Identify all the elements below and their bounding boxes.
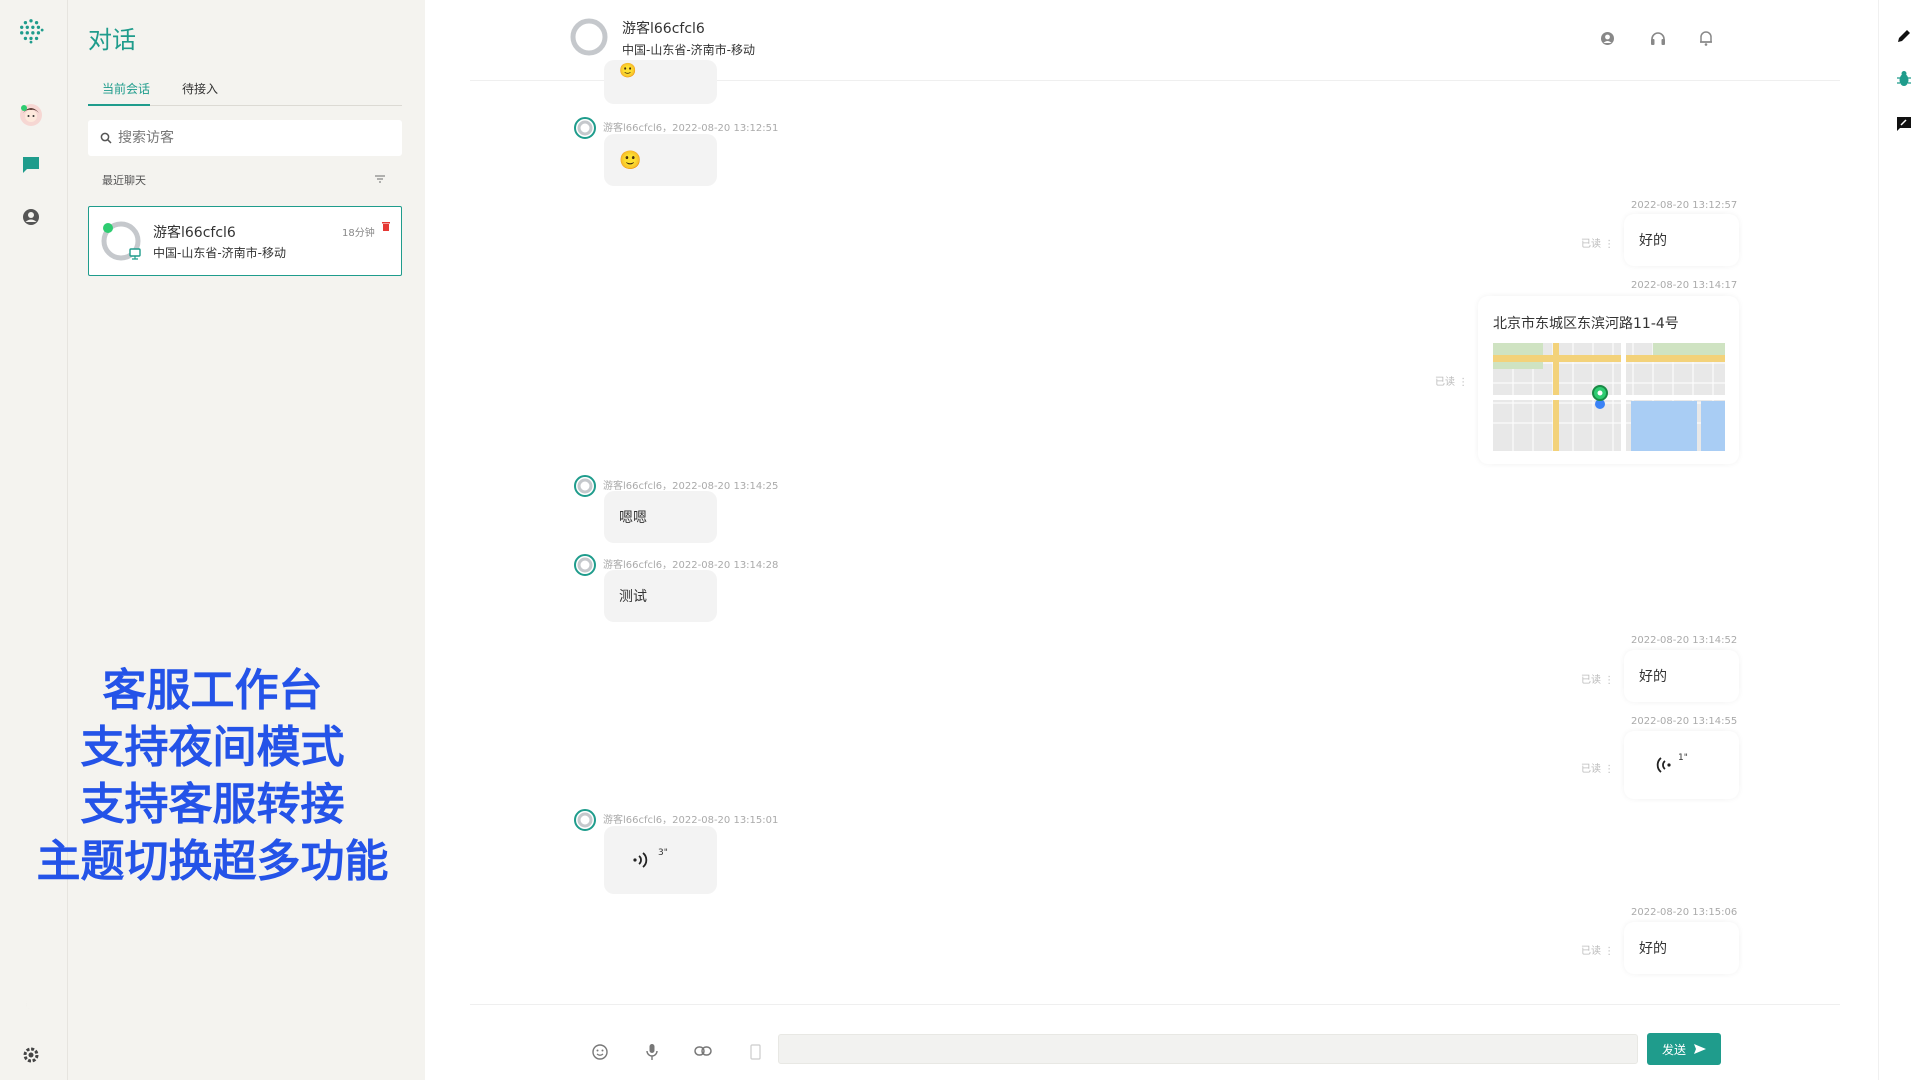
pen-icon[interactable] (1896, 28, 1912, 44)
nav-rail (0, 0, 68, 1080)
read-status[interactable]: 已读 ⋮ (1581, 235, 1614, 250)
right-tool-rail (1878, 0, 1920, 1080)
visitor-avatar (574, 809, 596, 831)
promo-line: 支持客服转接 (80, 779, 345, 830)
last-active-time: 18分钟 (342, 228, 375, 239)
read-status[interactable]: 已读 ⋮ (1581, 671, 1614, 686)
promo-line: 客服工作台 (102, 665, 323, 716)
conversation-tabs: 当前会话 待接入 (88, 76, 402, 106)
send-button[interactable]: 发送 (1647, 1033, 1721, 1065)
feedback-icon[interactable] (1896, 116, 1912, 132)
voice-wave-icon (1656, 757, 1671, 773)
message-time: 2022-08-20 13:12:57 (1631, 200, 1738, 211)
message-bubble: 好的 (1624, 922, 1739, 974)
bug-icon[interactable] (1896, 70, 1912, 88)
header-visitor-location: 中国-山东省-济南市-移动 (622, 43, 755, 57)
message-text: 好的 (1639, 669, 1667, 685)
message-text: 好的 (1639, 941, 1667, 957)
promo-line: 主题切换超多功能 (36, 836, 389, 887)
message-bubble: 嗯嗯 (604, 491, 717, 543)
tab-current[interactable]: 当前会话 (102, 80, 150, 97)
chat-icon[interactable] (18, 152, 44, 178)
message-time: 2022-08-20 13:14:17 (1631, 280, 1738, 291)
message-text: 测试 (619, 589, 647, 605)
message-time: 2022-08-20 13:14:55 (1631, 716, 1738, 727)
visitor-avatar (570, 18, 608, 56)
promo-banner: 客服工作台 支持夜间模式 支持客服转接 主题切换超多功能 (0, 662, 425, 890)
visitor-name: 游客l66cfcl6 (153, 225, 236, 241)
conversation-item[interactable]: 游客l66cfcl6 中国-山东省-济南市-移动 18分钟 (88, 206, 402, 276)
location-message[interactable]: 北京市东城区东滨河路11-4号 (1478, 296, 1739, 464)
message-bubble: 🙂 (604, 134, 717, 186)
message-input[interactable] (778, 1034, 1638, 1064)
recent-chats-label: 最近聊天 (102, 174, 146, 187)
headset-icon[interactable] (1650, 31, 1666, 46)
visitor-info-icon[interactable] (1600, 31, 1615, 46)
visitor-avatar (101, 221, 141, 261)
voice-duration: 1" (1678, 753, 1688, 763)
delete-icon[interactable] (382, 221, 390, 231)
voice-message[interactable]: 3" (604, 826, 717, 894)
message-meta: 游客l66cfcl6，2022-08-20 13:14:25 (603, 481, 779, 492)
read-status[interactable]: 已读 ⋮ (1581, 760, 1614, 775)
message-text: 嗯嗯 (619, 510, 647, 526)
mic-icon[interactable] (646, 1043, 658, 1061)
voice-wave-icon (633, 852, 648, 868)
logo-icon[interactable] (18, 18, 44, 44)
moon-icon[interactable] (18, 990, 44, 1016)
send-label: 发送 (1661, 1042, 1686, 1057)
composer-divider (470, 1004, 1840, 1005)
search-input[interactable] (118, 130, 378, 146)
send-arrow-icon (1694, 1044, 1706, 1054)
conversation-panel: 对话 当前会话 待接入 最近聊天 游客l66cfcl6 中国-山东省-济南市-移… (37, 0, 425, 1080)
search-icon (100, 132, 112, 144)
visitor-avatar (574, 554, 596, 576)
user-icon[interactable] (18, 204, 44, 230)
message-meta: 游客l66cfcl6，2022-08-20 13:15:01 (603, 815, 779, 826)
message-time: 2022-08-20 13:15:06 (1631, 907, 1738, 918)
emoji-smile-icon: 🙂 (619, 149, 642, 171)
emoji-icon[interactable] (592, 1044, 608, 1060)
settings-icon[interactable] (18, 1042, 44, 1068)
visitor-avatar (574, 117, 596, 139)
message-bubble-partial: 🙂 (604, 60, 717, 104)
visitor-avatar (574, 475, 596, 497)
read-status[interactable]: 已读 ⋮ (1581, 942, 1614, 957)
phone-icon[interactable] (750, 1044, 761, 1060)
message-meta: 游客l66cfcl6，2022-08-20 13:12:51 (603, 123, 779, 134)
tab-pending[interactable]: 待接入 (182, 80, 218, 97)
message-bubble: 好的 (1624, 650, 1739, 702)
location-address: 北京市东城区东滨河路11-4号 (1493, 316, 1679, 332)
read-status[interactable]: 已读 ⋮ (1435, 373, 1468, 388)
panel-title: 对话 (88, 26, 136, 54)
voice-message[interactable]: 1" (1624, 731, 1739, 799)
agent-avatar-icon[interactable] (18, 102, 44, 128)
filter-icon[interactable] (374, 174, 386, 184)
search-box[interactable] (88, 120, 402, 156)
message-text: 好的 (1639, 233, 1667, 249)
message-bubble: 好的 (1624, 214, 1739, 266)
message-bubble: 测试 (604, 570, 717, 622)
message-meta: 游客l66cfcl6，2022-08-20 13:14:28 (603, 560, 779, 571)
promo-line: 支持夜间模式 (80, 722, 345, 773)
active-tab-indicator (88, 104, 150, 106)
emoji-smile-icon: 🙂 (619, 63, 637, 79)
voice-duration: 3" (658, 848, 668, 858)
visitor-location: 中国-山东省-济南市-移动 (153, 246, 286, 260)
bell-icon[interactable] (1699, 30, 1713, 46)
link-icon[interactable] (694, 1046, 712, 1056)
header-visitor-name: 游客l66cfcl6 (622, 21, 705, 37)
message-time: 2022-08-20 13:14:52 (1631, 635, 1738, 646)
map-preview[interactable] (1493, 343, 1725, 451)
